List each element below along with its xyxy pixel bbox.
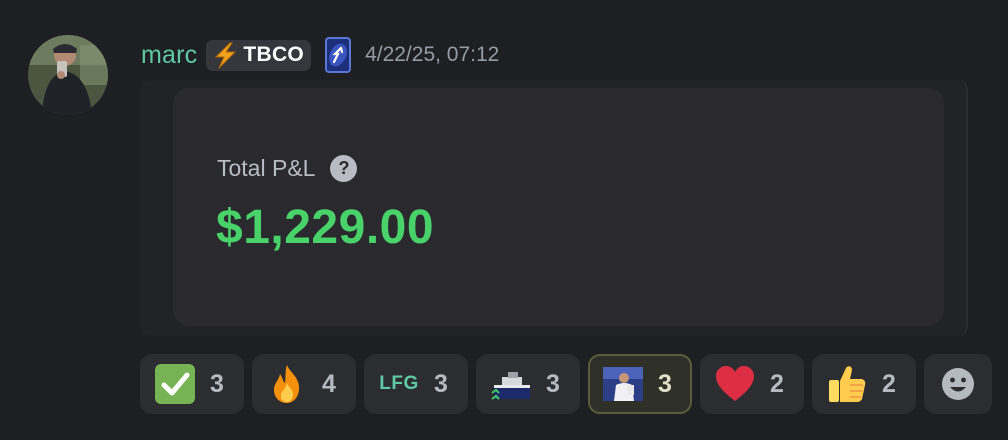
heart-icon xyxy=(714,363,756,405)
pnl-value: $1,229.00 xyxy=(216,201,435,254)
add-reaction-button[interactable] xyxy=(924,354,992,414)
lfg-icon: LFG xyxy=(378,363,420,405)
reaction-heart[interactable]: 2 xyxy=(700,354,804,414)
thumbs-up-icon xyxy=(826,363,868,405)
server-tag-text: TBCO xyxy=(243,43,305,66)
reaction-player[interactable]: 3 xyxy=(588,354,692,414)
reaction-check[interactable]: 3 xyxy=(140,354,244,414)
boat-icon xyxy=(490,363,532,405)
reaction-boat[interactable]: 3 xyxy=(476,354,580,414)
server-tag[interactable]: TBCO xyxy=(206,39,312,71)
pnl-label: Total P&L xyxy=(217,155,316,181)
reaction-count: 2 xyxy=(882,369,896,398)
chat-message: marc TBCO 4/22/25, 07:12 Total P&L ? $1,… xyxy=(0,0,1008,440)
message-header: marc TBCO 4/22/25, 07:12 xyxy=(141,37,500,73)
pnl-card: Total P&L ? $1,229.00 xyxy=(173,88,944,326)
reaction-count: 3 xyxy=(210,369,224,398)
reaction-count: 3 xyxy=(658,369,672,398)
reaction-count: 2 xyxy=(770,369,784,398)
reaction-fire[interactable]: 4 xyxy=(252,354,356,414)
question-icon: ? xyxy=(330,155,358,182)
reaction-thumbs-up[interactable]: 2 xyxy=(812,354,916,414)
username[interactable]: marc xyxy=(141,41,197,70)
smiley-icon xyxy=(942,368,974,400)
reaction-count: 3 xyxy=(546,369,560,398)
pnl-label-row: Total P&L ? xyxy=(217,155,358,182)
image-attachment[interactable]: Total P&L ? $1,229.00 xyxy=(140,80,968,336)
lfg-label: LFG xyxy=(379,373,419,394)
reaction-count: 3 xyxy=(434,369,448,398)
avatar[interactable] xyxy=(28,35,108,115)
reaction-count: 4 xyxy=(322,369,336,398)
timestamp: 4/22/25, 07:12 xyxy=(365,43,500,66)
player-photo-icon xyxy=(602,363,644,405)
lightning-icon xyxy=(215,42,237,68)
reaction-lfg[interactable]: LFG 3 xyxy=(364,354,468,414)
reactions-bar: 3 4 LFG 3 3 3 2 2 xyxy=(140,354,992,414)
check-mark-icon xyxy=(154,363,196,405)
fire-icon xyxy=(266,363,308,405)
reverse-card-icon[interactable] xyxy=(325,37,352,73)
